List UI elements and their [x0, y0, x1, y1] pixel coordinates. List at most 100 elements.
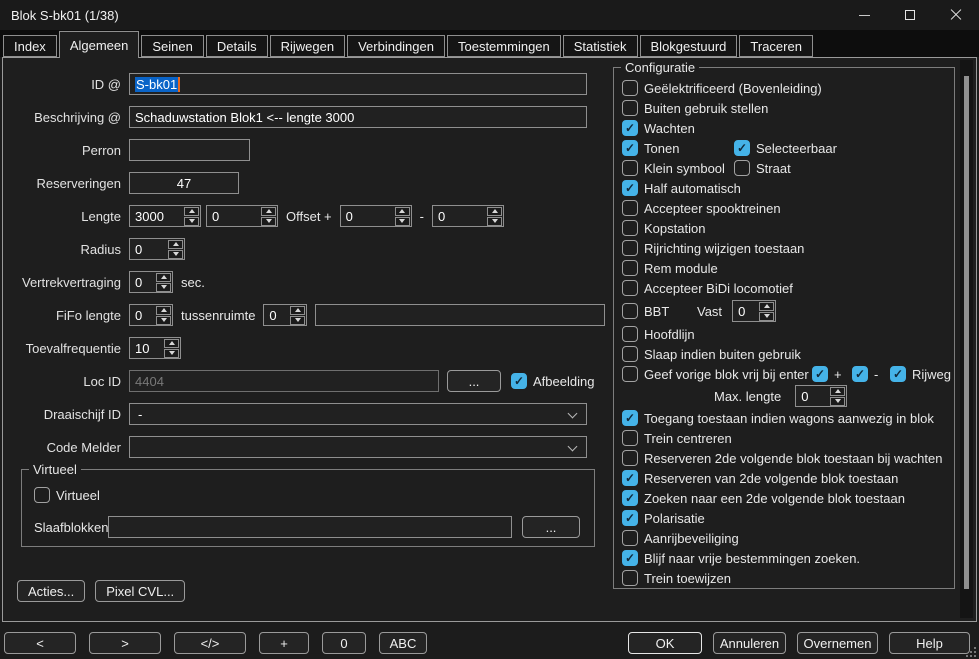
ok-button[interactable]: OK [628, 632, 702, 654]
offset-plus-spinner[interactable]: 0 [340, 205, 412, 227]
spin-down-button[interactable] [830, 397, 845, 406]
checkbox-reserveren-2de-volgende-blok-toestaan-bij-wachten[interactable] [622, 450, 638, 466]
spin-down-button[interactable] [184, 217, 199, 226]
help-button[interactable]: Help [889, 632, 970, 654]
slaafblokken-input[interactable] [108, 516, 512, 538]
nav-prev-button[interactable]: < [4, 632, 76, 654]
spin-down-button[interactable] [156, 283, 171, 292]
spin-up-button[interactable] [395, 207, 410, 216]
draaischijf-select[interactable]: - [129, 403, 587, 425]
fifo-extra-input[interactable] [315, 304, 605, 326]
nav-zero-button[interactable]: 0 [322, 632, 366, 654]
checkbox-klein-symbool[interactable] [622, 160, 638, 176]
nav-next-button[interactable]: > [89, 632, 161, 654]
perron-input[interactable] [129, 139, 250, 161]
loc-browse-button[interactable]: ... [447, 370, 501, 392]
checkbox-kopstation[interactable] [622, 220, 638, 236]
checkbox-plus[interactable] [812, 366, 828, 382]
checkbox-reserveren-van-2de-volgende-blok-toestaan[interactable] [622, 470, 638, 486]
checkbox-accepteer-spooktreinen[interactable] [622, 200, 638, 216]
checkbox-buiten-gebruik-stellen[interactable] [622, 100, 638, 116]
spin-up-button[interactable] [156, 306, 171, 315]
checkbox-rem-module[interactable] [622, 260, 638, 276]
checkbox-toegang-toestaan-indien-wagons-aanwezig-in-blok[interactable] [622, 410, 638, 426]
resize-grip[interactable] [974, 655, 976, 657]
beschrijving-input[interactable]: Schaduwstation Blok1 <-- lengte 3000 [129, 106, 587, 128]
spin-down-button[interactable] [759, 312, 774, 321]
spin-up-button[interactable] [156, 273, 171, 282]
spin-up-button[interactable] [261, 207, 276, 216]
code-melder-select[interactable] [129, 436, 587, 458]
overnemen-button[interactable]: Overnemen [797, 632, 878, 654]
checkbox-rijrichting-wijzigen-toestaan[interactable] [622, 240, 638, 256]
close-button[interactable] [933, 0, 979, 30]
tab-traceren[interactable]: Traceren [739, 35, 813, 57]
slaafblokken-browse-button[interactable]: ... [522, 516, 580, 538]
checkbox-selecteerbaar[interactable] [734, 140, 750, 156]
checkbox-accepteer-bidi-locomotief[interactable] [622, 280, 638, 296]
spin-up-button[interactable] [164, 339, 179, 348]
reserveringen-input[interactable]: 47 [129, 172, 239, 194]
checkbox-half-automatisch[interactable] [622, 180, 638, 196]
tab-statistiek[interactable]: Statistiek [563, 35, 638, 57]
tab-seinen[interactable]: Seinen [141, 35, 203, 57]
spin-down-button[interactable] [261, 217, 276, 226]
offset-minus-spinner[interactable]: 0 [432, 205, 504, 227]
acties-button[interactable]: Acties... [17, 580, 85, 602]
lengte2-spinner[interactable]: 0 [206, 205, 278, 227]
checkbox-trein-toewijzen[interactable] [622, 570, 638, 586]
tab-algemeen[interactable]: Algemeen [59, 31, 140, 58]
checkbox-zoeken-naar-een-2de-volgende-blok-toestaan[interactable] [622, 490, 638, 506]
spin-up-button[interactable] [487, 207, 502, 216]
spin-down-button[interactable] [290, 316, 305, 325]
tab-details[interactable]: Details [206, 35, 268, 57]
spinner[interactable]: 0 [795, 385, 847, 407]
checkbox-rijweg[interactable] [890, 366, 906, 382]
lengte-spinner[interactable]: 3000 [129, 205, 201, 227]
spin-down-button[interactable] [156, 316, 171, 325]
nav-abc-button[interactable]: ABC [379, 632, 427, 654]
spin-up-button[interactable] [168, 240, 183, 249]
checkbox-trein-centreren[interactable] [622, 430, 638, 446]
checkbox-straat[interactable] [734, 160, 750, 176]
nav-add-button[interactable]: + [259, 632, 309, 654]
spin-down-button[interactable] [487, 217, 502, 226]
id-input[interactable]: S-bk01 [129, 73, 587, 95]
checkbox-ge-lektrificeerd-bovenleiding[interactable] [622, 80, 638, 96]
pixel-cvl-button[interactable]: Pixel CVL... [95, 580, 185, 602]
checkbox-hoofdlijn[interactable] [622, 326, 638, 342]
toevalfrequentie-spinner[interactable]: 10 [129, 337, 181, 359]
tab-blokgestuurd[interactable]: Blokgestuurd [640, 35, 738, 57]
checkbox-polarisatie[interactable] [622, 510, 638, 526]
tab-toestemmingen[interactable]: Toestemmingen [447, 35, 561, 57]
config-scrollbar[interactable] [960, 60, 973, 618]
checkbox-blijf-naar-vrije-bestemmingen-zoeken[interactable] [622, 550, 638, 566]
virtueel-checkbox[interactable] [34, 487, 50, 503]
spin-up-button[interactable] [184, 207, 199, 216]
tab-verbindingen[interactable]: Verbindingen [347, 35, 445, 57]
scrollbar-thumb[interactable] [964, 76, 969, 589]
radius-spinner[interactable]: 0 [129, 238, 185, 260]
spin-up-button[interactable] [830, 387, 845, 396]
annuleren-button[interactable]: Annuleren [713, 632, 786, 654]
minimize-button[interactable] [841, 0, 887, 30]
checkbox-aanrijbeveiliging[interactable] [622, 530, 638, 546]
checkbox-tonen[interactable] [622, 140, 638, 156]
checkbox-geef-vorige-blok-vrij-bij-enter[interactable] [622, 366, 638, 382]
maximize-button[interactable] [887, 0, 933, 30]
checkbox-wachten[interactable] [622, 120, 638, 136]
tab-rijwegen[interactable]: Rijwegen [270, 35, 345, 57]
fifo-spinner[interactable]: 0 [129, 304, 173, 326]
vertrekvertraging-spinner[interactable]: 0 [129, 271, 173, 293]
spin-down-button[interactable] [168, 250, 183, 259]
afbeelding-checkbox[interactable] [511, 373, 527, 389]
checkbox-bbt[interactable] [622, 303, 638, 319]
spin-up-button[interactable] [759, 302, 774, 311]
tussenruimte-spinner[interactable]: 0 [263, 304, 307, 326]
checkbox-slaap-indien-buiten-gebruik[interactable] [622, 346, 638, 362]
nav-code-button[interactable]: </> [174, 632, 246, 654]
spin-down-button[interactable] [395, 217, 410, 226]
tab-index[interactable]: Index [3, 35, 57, 57]
spinner[interactable]: 0 [732, 300, 776, 322]
spin-up-button[interactable] [290, 306, 305, 315]
